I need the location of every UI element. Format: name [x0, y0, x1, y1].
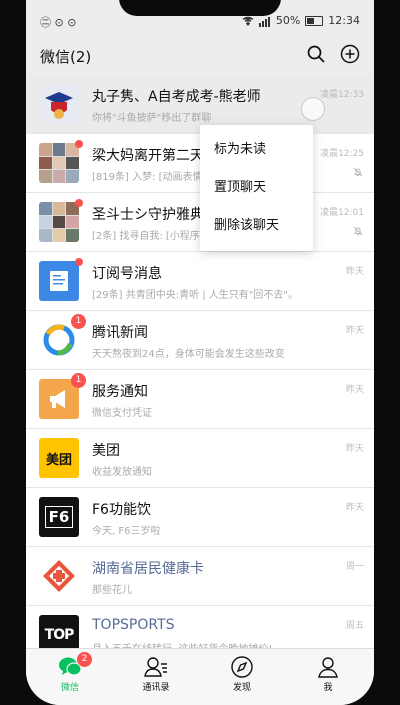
group-photo-icon — [39, 143, 79, 183]
chat-name: 美团 — [92, 443, 120, 459]
tab-unread-badge: 2 — [77, 652, 92, 667]
touch-indicator — [301, 97, 325, 121]
unread-dot — [75, 258, 83, 266]
chat-preview: [29条] 共青团中央:青听 | 人生只有"回不去"。 — [92, 290, 299, 301]
f6-logo-text: F6 — [44, 506, 74, 528]
wifi-icon — [242, 16, 254, 26]
page-title: 微信(2) — [40, 48, 92, 66]
person-icon — [318, 657, 338, 678]
tab-discover[interactable]: 发现 — [212, 653, 272, 693]
camera-notch — [119, 0, 281, 16]
chat-row-f6[interactable]: F6 F6功能饮 今天, F6三岁啦 昨天 — [26, 488, 374, 547]
tab-me[interactable]: 我 — [298, 653, 358, 693]
chat-time: 凌晨12:01 — [320, 208, 364, 218]
tab-label: 通讯录 — [142, 683, 170, 693]
tab-label: 我 — [323, 683, 333, 693]
chat-preview: [819条] 入梦: [动画表情] — [92, 172, 207, 183]
chat-time: 凌晨12:33 — [320, 90, 364, 100]
battery-icon — [305, 15, 324, 26]
chat-preview: 天天熬夜到24点，身体可能会发生这些改变 — [92, 349, 285, 360]
tab-bar: 2 微信 通讯录 发现 我 — [26, 648, 374, 705]
status-left: ㊁ ⊙ ⊙ — [40, 14, 76, 30]
meituan-logo-text: 美团 — [45, 452, 72, 468]
chat-name: 订阅号消息 — [92, 266, 162, 282]
meituan-logo: 美团 — [39, 438, 79, 478]
phone-screen: ㊁ ⊙ ⊙ 50% 12:34 微信(2) 丸子隽、A自考成考-熊老师 你将"斗… — [26, 0, 374, 705]
chat-name: 丸子隽、A自考成考-熊老师 — [92, 89, 261, 105]
mute-bell-icon — [353, 226, 363, 236]
chat-row-service[interactable]: 1 服务通知 微信支付凭证 昨天 — [26, 370, 374, 429]
chat-time: 昨天 — [345, 444, 364, 454]
chat-time: 昨天 — [345, 503, 364, 513]
mark-unread-menu-item[interactable]: 标为未读 — [200, 131, 313, 169]
chat-time: 昨天 — [345, 267, 364, 277]
add-icon[interactable] — [340, 44, 360, 64]
chat-time: 昨天 — [345, 326, 364, 336]
contacts-icon — [144, 657, 167, 677]
chat-preview: 你将"斗鱼披萨"移出了群聊 — [92, 113, 212, 124]
group-photo-icon — [39, 202, 79, 242]
status-time: 12:34 — [328, 14, 360, 27]
chat-preview: 今天, F6三岁啦 — [92, 526, 161, 537]
chat-preview: 那些花儿 — [92, 585, 132, 596]
context-menu: 标为未读 置顶聊天 删除该聊天 — [200, 125, 313, 251]
tab-label: 发现 — [232, 683, 251, 693]
chat-row-health-card[interactable]: 湖南省居民健康卡 那些花儿 周一 — [26, 547, 374, 606]
chat-name: TOPSPORTS — [92, 617, 175, 633]
battery-percent: 50% — [275, 14, 301, 27]
chat-name: 湖南省居民健康卡 — [92, 561, 204, 577]
chat-name: 梁大妈离开第二天 — [92, 148, 204, 164]
compass-icon — [231, 656, 253, 678]
chat-name: 服务通知 — [92, 384, 148, 400]
chat-preview: 收益发放通知 — [92, 467, 152, 478]
chat-preview: [2条] 找寻自我: [小程序] — [92, 231, 204, 242]
tab-chats[interactable]: 2 微信 — [40, 652, 100, 693]
subscription-icon — [39, 261, 79, 301]
mute-bell-icon — [353, 167, 363, 177]
status-icons: ㊁ ⊙ ⊙ — [40, 16, 77, 29]
chat-row-tencent-news[interactable]: 1 腾讯新闻 天天熬夜到24点，身体可能会发生这些改变 昨天 — [26, 311, 374, 370]
pin-chat-menu-item[interactable]: 置顶聊天 — [200, 169, 313, 207]
chat-name: 圣斗士シ守护雅典 — [92, 207, 204, 223]
topsports-logo-text: TOP — [44, 627, 75, 643]
chat-time: 凌晨12:25 — [320, 149, 364, 159]
delete-chat-menu-item[interactable]: 删除该聊天 — [200, 207, 313, 245]
chat-time: 昨天 — [345, 385, 364, 395]
graduate-icon — [39, 84, 79, 124]
chat-preview: 微信支付凭证 — [92, 408, 152, 419]
chat-row-meituan[interactable]: 美团 美团 收益发放通知 昨天 — [26, 429, 374, 488]
tab-label: 微信 — [60, 683, 79, 693]
chat-row-subscriptions[interactable]: 订阅号消息 [29条] 共青团中央:青听 | 人生只有"回不去"。 昨天 — [26, 252, 374, 311]
unread-dot — [75, 199, 83, 207]
search-icon[interactable] — [306, 44, 326, 64]
chat-time: 周一 — [345, 562, 364, 572]
unread-badge: 1 — [71, 373, 86, 388]
chat-name: 腾讯新闻 — [92, 325, 148, 341]
unread-dot — [75, 140, 83, 148]
health-cross-icon — [39, 556, 79, 596]
tab-contacts[interactable]: 通讯录 — [126, 653, 186, 693]
chat-name: F6功能饮 — [92, 502, 151, 518]
f6-logo: F6 — [39, 497, 79, 537]
chat-time: 周五 — [345, 621, 364, 631]
unread-badge: 1 — [71, 314, 86, 329]
app-header: 微信(2) — [26, 38, 374, 72]
